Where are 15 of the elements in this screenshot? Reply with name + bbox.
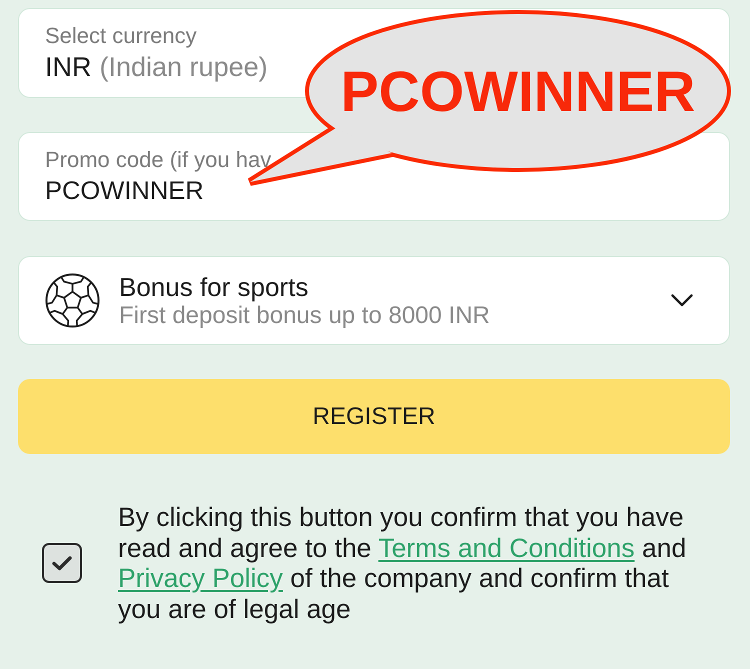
bonus-dropdown[interactable]: Bonus for sports First deposit bonus up to 8000 INR	[18, 256, 730, 345]
field-label: Select currency	[45, 23, 197, 49]
register-button[interactable]: REGISTER	[18, 379, 730, 454]
promo-code-value: PCOWINNER	[45, 176, 204, 206]
field-label: Promo code (if you hav	[45, 146, 272, 172]
bonus-subtitle: First deposit bonus up to 8000 INR	[119, 302, 490, 330]
chevron-down-icon	[671, 294, 693, 307]
currency-name: (Indian rupee)	[100, 51, 268, 83]
consent-text: By clicking this button you confirm that you have read and agree to the Terms and Conditions and Privacy Policy of the company and confirm that you are of legal age	[118, 502, 688, 624]
checkmark-icon	[52, 556, 72, 570]
bonus-title: Bonus for sports	[119, 272, 308, 302]
agree-checkbox[interactable]	[42, 543, 82, 583]
callout-text: PCOWINNER	[340, 64, 696, 120]
currency-code: INR	[45, 51, 92, 83]
soccer-ball-icon	[45, 273, 100, 328]
